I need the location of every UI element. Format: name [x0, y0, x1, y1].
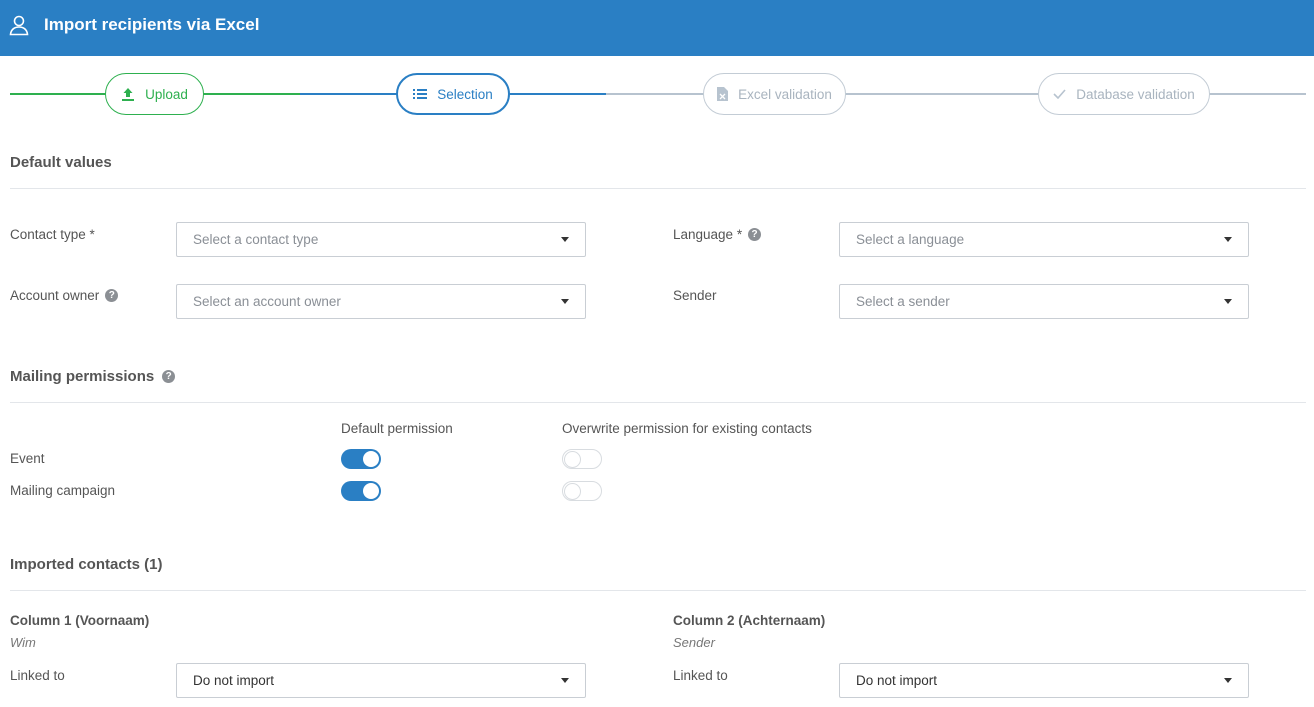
- column-1-linked-value: Do not import: [193, 673, 275, 688]
- language-label: Language * ?: [673, 227, 762, 242]
- permission-row-label-event: Event: [10, 451, 45, 466]
- contact-type-select[interactable]: Select a contact type: [176, 222, 586, 257]
- contact-type-placeholder: Select a contact type: [193, 232, 319, 247]
- mailing-campaign-overwrite-toggle[interactable]: [562, 481, 602, 501]
- language-label-text: Language *: [673, 227, 743, 242]
- sender-label: Sender: [673, 288, 717, 303]
- step-excel-validation[interactable]: Excel validation: [703, 73, 846, 115]
- column-2-title: Column 2 (Achternaam): [673, 613, 826, 628]
- toggle-knob: [363, 483, 379, 499]
- language-select[interactable]: Select a language: [839, 222, 1249, 257]
- column-2-linked-value: Do not import: [856, 673, 938, 688]
- mailing-campaign-default-toggle[interactable]: [341, 481, 381, 501]
- page-title: Import recipients via Excel: [44, 15, 260, 34]
- excel-file-icon: [717, 87, 729, 101]
- contact-type-label: Contact type *: [10, 227, 95, 242]
- column-2-linked-label: Linked to: [673, 668, 728, 683]
- divider: [10, 590, 1306, 591]
- mailing-permissions-title-text: Mailing permissions: [10, 368, 155, 385]
- caret-down-icon: [561, 299, 569, 304]
- permission-row-label-mailing-campaign: Mailing campaign: [10, 483, 116, 498]
- toggle-knob: [564, 483, 581, 500]
- help-icon[interactable]: ?: [162, 370, 176, 383]
- caret-down-icon: [1224, 237, 1232, 242]
- check-icon: [1053, 89, 1066, 99]
- toggle-knob: [564, 451, 581, 468]
- upload-icon: [122, 87, 135, 101]
- list-icon: [413, 89, 428, 99]
- import-stepper: Upload Selection Excel validation Databa…: [0, 72, 1314, 116]
- sender-placeholder: Select a sender: [856, 294, 950, 309]
- account-owner-label: Account owner ?: [10, 288, 119, 303]
- divider: [10, 402, 1306, 403]
- user-icon: [9, 15, 29, 36]
- column-1-linked-select[interactable]: Do not import: [176, 663, 586, 698]
- step-selection[interactable]: Selection: [396, 73, 510, 115]
- column-1-linked-label: Linked to: [10, 668, 65, 683]
- account-owner-select[interactable]: Select an account owner: [176, 284, 586, 319]
- default-values-title: Default values: [10, 154, 112, 171]
- step-excel-validation-label: Excel validation: [738, 86, 832, 102]
- default-permission-header: Default permission: [341, 421, 453, 436]
- overwrite-permission-header: Overwrite permission for existing contac…: [562, 421, 812, 436]
- toggle-knob: [363, 451, 379, 467]
- caret-down-icon: [1224, 678, 1232, 683]
- column-1-title: Column 1 (Voornaam): [10, 613, 150, 628]
- event-default-toggle[interactable]: [341, 449, 381, 469]
- event-overwrite-toggle[interactable]: [562, 449, 602, 469]
- column-2-linked-select[interactable]: Do not import: [839, 663, 1249, 698]
- step-database-validation[interactable]: Database validation: [1038, 73, 1210, 115]
- sender-select[interactable]: Select a sender: [839, 284, 1249, 319]
- caret-down-icon: [561, 237, 569, 242]
- help-icon[interactable]: ?: [105, 289, 119, 302]
- page-header: Import recipients via Excel: [0, 0, 1314, 56]
- imported-contacts-title: Imported contacts (1): [10, 556, 163, 573]
- mailing-permissions-title: Mailing permissions ?: [10, 368, 176, 385]
- column-2-sample: Sender: [673, 635, 715, 650]
- step-upload[interactable]: Upload: [105, 73, 204, 115]
- language-placeholder: Select a language: [856, 232, 965, 247]
- account-owner-label-text: Account owner: [10, 288, 100, 303]
- column-1-sample: Wim: [10, 635, 36, 650]
- caret-down-icon: [1224, 299, 1232, 304]
- account-owner-placeholder: Select an account owner: [193, 294, 341, 309]
- step-selection-label: Selection: [437, 86, 493, 102]
- contact-type-label-text: Contact type *: [10, 227, 95, 242]
- help-icon[interactable]: ?: [748, 228, 762, 241]
- step-upload-label: Upload: [145, 86, 188, 102]
- step-database-validation-label: Database validation: [1076, 86, 1195, 102]
- caret-down-icon: [561, 678, 569, 683]
- sender-label-text: Sender: [673, 288, 717, 303]
- divider: [10, 188, 1306, 189]
